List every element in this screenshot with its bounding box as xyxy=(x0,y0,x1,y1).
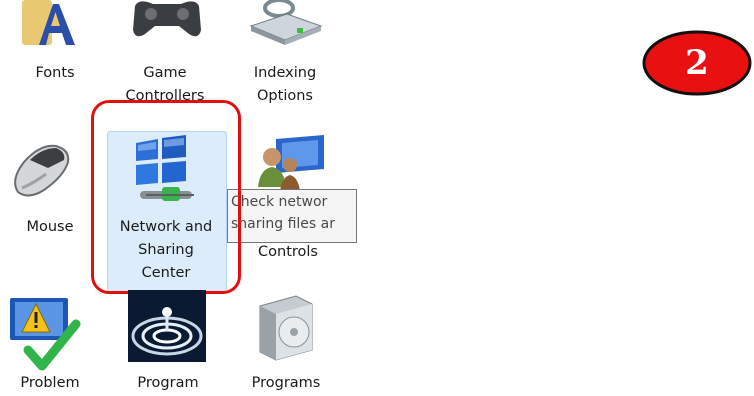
fonts-label: Fonts xyxy=(35,65,75,81)
control-panel-item-programs[interactable]: Programs xyxy=(236,290,336,396)
mouse-label: Mouse xyxy=(26,219,74,235)
step-number-text: 2 xyxy=(685,43,709,83)
control-panel-item-problem[interactable]: Problem xyxy=(0,290,100,396)
network-tooltip: Check networ sharing files ar xyxy=(227,189,357,243)
game-controllers-label-line2: Controllers xyxy=(125,88,205,101)
problem-label: Problem xyxy=(20,375,80,391)
parental-controls-label: Controls xyxy=(258,244,318,260)
annotation-highlight-box xyxy=(91,100,241,294)
programs-icon xyxy=(259,295,313,361)
tooltip-line1: Check networ xyxy=(231,194,328,210)
program-label: Program xyxy=(137,375,199,391)
tooltip-line2: sharing files ar xyxy=(231,216,336,232)
gamepad-icon xyxy=(133,1,201,37)
action-center-icon xyxy=(10,298,81,371)
programs-label: Programs xyxy=(251,375,321,391)
parental-controls-icon xyxy=(258,135,324,191)
control-panel-item-fonts[interactable]: Fonts xyxy=(5,0,105,110)
indexing-options-label-line2: Options xyxy=(257,88,313,104)
control-panel-item-indexing-options[interactable]: Indexing Options xyxy=(235,0,335,110)
fonts-icon xyxy=(22,0,75,45)
program-icon xyxy=(128,290,206,362)
control-panel-item-game-controllers[interactable]: Game Controllers xyxy=(115,0,215,110)
mouse-icon xyxy=(14,144,70,197)
game-controllers-label-line1: Game xyxy=(143,65,187,81)
control-panel-item-mouse[interactable]: Mouse xyxy=(0,140,100,250)
indexing-icon xyxy=(249,0,323,45)
control-panel-item-program[interactable]: Program xyxy=(118,290,218,396)
indexing-options-label-line1: Indexing xyxy=(253,65,317,81)
